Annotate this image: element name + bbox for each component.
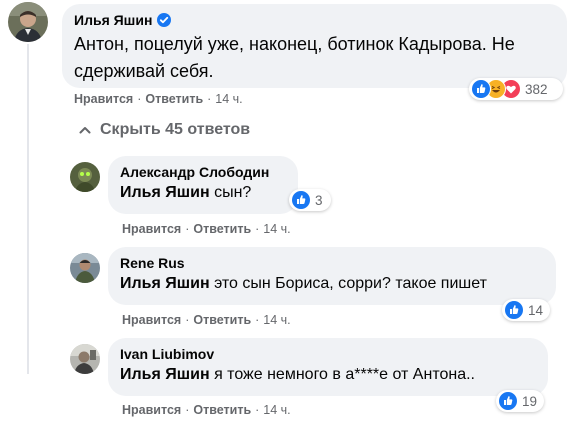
reply-3-reactions[interactable]: 19: [496, 390, 544, 412]
reply-1-bubble: Александр Слободин Илья Яшин сын?: [108, 156, 298, 214]
main-comment-reaction-count: 382: [525, 81, 548, 97]
avatar-reply-1[interactable]: [70, 162, 100, 192]
reply-1-actions: Нравится · Ответить · 14 ч.: [122, 222, 291, 236]
chevron-up-icon: [78, 123, 92, 137]
reply-1-mention[interactable]: Илья Яшин: [120, 184, 210, 201]
avatar-reply-3[interactable]: [70, 344, 100, 374]
reply-button[interactable]: Ответить: [193, 403, 251, 417]
comment-timestamp[interactable]: 14 ч.: [215, 92, 242, 106]
reply-1-author[interactable]: Александр Слободин: [120, 164, 286, 180]
hide-replies-label: Скрыть 45 ответов: [100, 121, 251, 138]
like-icon: [504, 300, 524, 320]
reply-3-author[interactable]: Ivan Liubimov: [120, 346, 536, 362]
avatar-reply-2[interactable]: [70, 253, 100, 283]
reply-1-reaction-count: 3: [315, 192, 323, 208]
reply-3-bubble: Ivan Liubimov Илья Яшин я тоже немного в…: [108, 338, 548, 396]
main-comment-text: Антон, поцелуй уже, наконец, ботинок Кад…: [74, 34, 515, 81]
comment-timestamp[interactable]: 14 ч.: [263, 403, 290, 417]
reply-3-text: я тоже немного в а****е от Антона..: [209, 366, 475, 383]
reply-3-reaction-count: 19: [522, 393, 538, 409]
reply-2-text: это сын Бориса, сорри? такое пишет: [209, 275, 487, 292]
hide-replies-button[interactable]: Скрыть 45 ответов: [78, 121, 250, 139]
like-button[interactable]: Нравится: [122, 222, 181, 236]
reply-button[interactable]: Ответить: [145, 92, 203, 106]
reply-2-reactions[interactable]: 14: [502, 299, 550, 321]
like-icon: [471, 79, 491, 99]
reply-button[interactable]: Ответить: [193, 222, 251, 236]
reply-2-author[interactable]: Rene Rus: [120, 255, 544, 271]
like-button[interactable]: Нравится: [122, 313, 181, 327]
like-icon: [291, 190, 311, 210]
main-comment-actions: Нравится · Ответить · 14 ч.: [74, 92, 243, 106]
main-comment-bubble: Илья Яшин Антон, поцелуй уже, наконец, б…: [62, 4, 567, 88]
reply-1-reactions[interactable]: 3: [289, 189, 331, 211]
reply-2-bubble: Rene Rus Илья Яшин это сын Бориса, сорри…: [108, 247, 556, 305]
like-button[interactable]: Нравится: [122, 403, 181, 417]
like-icon: [498, 391, 518, 411]
like-button[interactable]: Нравится: [74, 92, 133, 106]
reply-2-reaction-count: 14: [528, 302, 544, 318]
reply-1-text: сын?: [209, 184, 252, 201]
reply-3-mention[interactable]: Илья Яшин: [120, 366, 210, 383]
verified-badge-icon: [157, 13, 172, 27]
reply-button[interactable]: Ответить: [193, 313, 251, 327]
thread-line: [27, 44, 29, 374]
comment-timestamp[interactable]: 14 ч.: [263, 313, 290, 327]
comment-timestamp[interactable]: 14 ч.: [263, 222, 290, 236]
reply-2-mention[interactable]: Илья Яшин: [120, 275, 210, 292]
reply-3-actions: Нравится · Ответить · 14 ч.: [122, 403, 291, 417]
avatar-main-author[interactable]: [8, 2, 48, 42]
main-comment-author[interactable]: Илья Яшин: [74, 12, 152, 28]
reply-2-actions: Нравится · Ответить · 14 ч.: [122, 313, 291, 327]
main-comment-reactions[interactable]: 382: [469, 78, 563, 100]
